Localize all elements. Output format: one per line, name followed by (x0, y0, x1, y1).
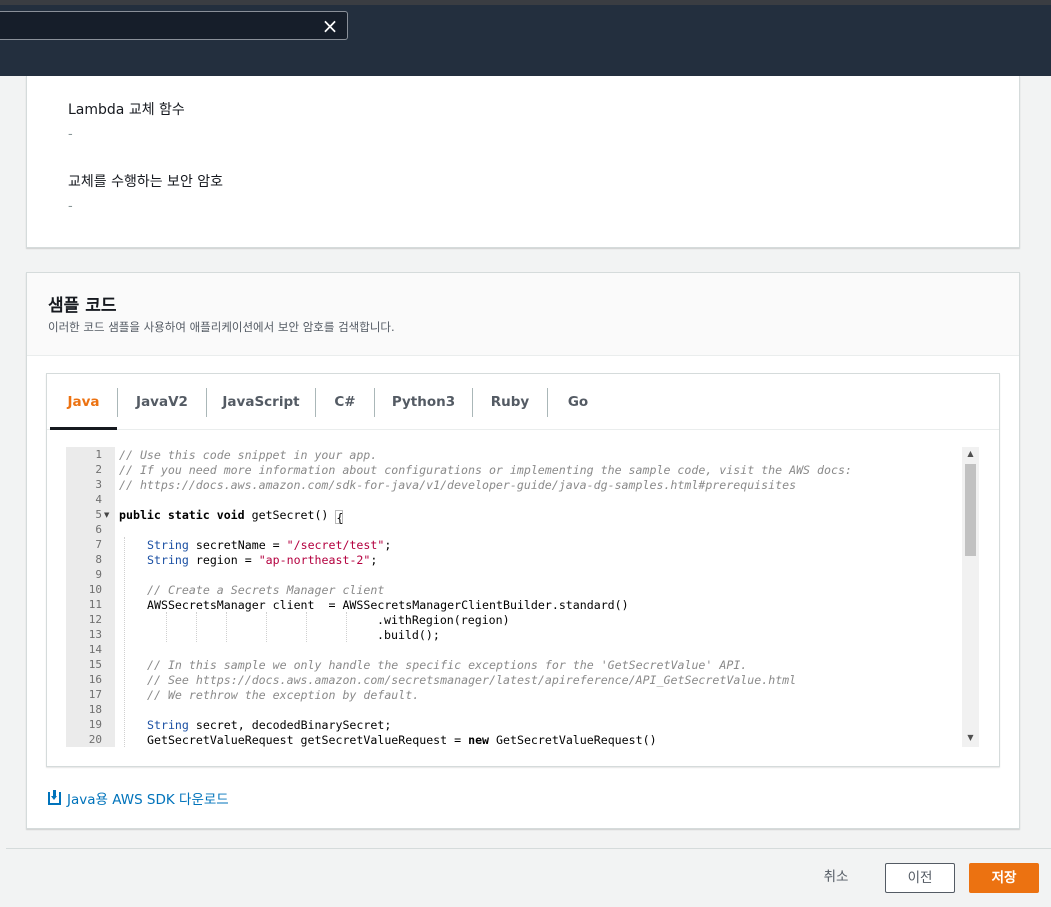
tab-javav2[interactable]: JavaV2 (118, 387, 206, 417)
code-line: AWSSecretsManager client = AWSSecretsMan… (147, 598, 629, 612)
code-text: GetSecretValueRequest() (489, 733, 657, 747)
code-text: GetSecretValueRequest getSecretValueRequ… (147, 733, 469, 747)
line-number: 6 (95, 523, 102, 536)
line-number: 9 (95, 568, 102, 581)
code-text: region = (188, 553, 259, 567)
code-string: "/secret/test" (286, 538, 385, 552)
code-text: getSecret() (244, 508, 336, 522)
download-icon (48, 790, 61, 805)
line-number: 15 (88, 658, 102, 671)
top-navigation-bar: × (0, 0, 1051, 76)
line-number: 18 (88, 703, 102, 716)
line-number: 11 (88, 598, 102, 611)
code-type: String (147, 718, 189, 732)
indent-guide (226, 612, 227, 642)
rotating-secret-value: - (68, 199, 73, 214)
code-type: String (147, 538, 189, 552)
line-number: 7 (95, 538, 102, 551)
editor-scrollbar[interactable]: ▲ ▼ (962, 447, 979, 747)
line-number-gutter: 1 2 3 4 5 ▼ 6 7 8 9 10 11 12 13 14 15 16… (66, 447, 115, 747)
previous-button[interactable]: 이전 (885, 863, 955, 893)
code-keyword: new (468, 733, 490, 747)
tab-ruby[interactable]: Ruby (473, 387, 547, 417)
tab-go[interactable]: Go (548, 387, 608, 417)
tab-javascript[interactable]: JavaScript (207, 387, 315, 417)
scroll-down-icon[interactable]: ▼ (962, 731, 979, 745)
indent-guide (306, 612, 307, 642)
code-line: // We rethrow the exception by default. (147, 688, 420, 702)
language-tabs: Java JavaV2 JavaScript C# Python3 Ruby G… (47, 374, 999, 430)
code-tabs-container: Java JavaV2 JavaScript C# Python3 Ruby G… (46, 373, 1000, 767)
sample-code-header: 샘플 코드 이러한 코드 샘플을 사용하여 애플리케이션에서 보안 암호를 검색… (27, 273, 1019, 356)
line-number: 2 (95, 463, 102, 476)
line-number: 1 (95, 448, 102, 461)
download-sdk-label: Java용 AWS SDK 다운로드 (67, 792, 229, 808)
code-line: // https://docs.aws.amazon.com/sdk-for-j… (119, 478, 797, 492)
top-edge (0, 0, 1051, 5)
code-line: String secret, decodedBinarySecret; (147, 718, 391, 732)
search-input[interactable]: × (0, 11, 348, 40)
code-line: // If you need more information about co… (119, 463, 852, 477)
code-line: .withRegion(region) (377, 613, 510, 627)
code-line: // Use this code snippet in your app. (119, 448, 378, 462)
code-line: // Create a Secrets Manager client (147, 583, 385, 597)
line-number: 20 (88, 733, 102, 746)
line-number: 5 (95, 508, 102, 521)
code-text: ; (370, 553, 378, 567)
line-number: 12 (88, 613, 102, 626)
code-line: String region = "ap-northeast-2"; (147, 553, 377, 567)
line-number: 16 (88, 673, 102, 686)
rotating-secret-label: 교체를 수행하는 보안 암호 (68, 174, 224, 190)
code-line: public static void getSecret() { (119, 508, 344, 525)
line-number: 14 (88, 643, 102, 656)
footer-divider (6, 848, 1051, 849)
code-text: ; (384, 538, 392, 552)
fold-arrow-icon[interactable]: ▼ (104, 511, 109, 519)
lambda-rotation-function-value: - (68, 127, 73, 142)
indent-guide (196, 612, 197, 642)
code-line: GetSecretValueRequest getSecretValueRequ… (147, 733, 657, 747)
code-type: String (147, 553, 189, 567)
brace-match-marker: { (335, 510, 344, 525)
cancel-button[interactable]: 취소 (806, 863, 866, 893)
sample-code-panel: 샘플 코드 이러한 코드 샘플을 사용하여 애플리케이션에서 보안 암호를 검색… (26, 272, 1020, 829)
tab-csharp[interactable]: C# (316, 387, 374, 417)
code-line: // In this sample we only handle the spe… (147, 658, 748, 672)
code-string: "ap-northeast-2" (258, 553, 371, 567)
indent-guide (124, 537, 125, 747)
indent-guide (346, 612, 347, 642)
scroll-up-icon[interactable]: ▲ (962, 447, 979, 461)
code-keyword: public static void (119, 508, 245, 522)
line-number: 10 (88, 583, 102, 596)
download-sdk-link[interactable]: Java용 AWS SDK 다운로드 (48, 788, 229, 808)
tab-java[interactable]: Java (50, 387, 117, 417)
secret-rotation-details-panel: Lambda 교체 함수 - 교체를 수행하는 보안 암호 - (26, 76, 1020, 248)
line-number: 17 (88, 688, 102, 701)
code-text: secret, decodedBinarySecret; (188, 718, 392, 732)
line-number: 4 (95, 493, 102, 506)
clear-search-icon[interactable]: × (321, 15, 339, 37)
line-number: 13 (88, 628, 102, 641)
tab-python3[interactable]: Python3 (375, 387, 472, 417)
line-number: 19 (88, 718, 102, 731)
code-line: String secretName = "/secret/test"; (147, 538, 391, 552)
active-tab-indicator (50, 427, 117, 430)
sample-code-title: 샘플 코드 (48, 296, 117, 316)
line-number: 8 (95, 553, 102, 566)
save-button[interactable]: 저장 (969, 863, 1039, 893)
line-number: 3 (95, 478, 102, 491)
scrollbar-thumb[interactable] (965, 464, 976, 556)
code-line: // See https://docs.aws.amazon.com/secre… (147, 673, 797, 687)
code-text: secretName = (188, 538, 287, 552)
lambda-rotation-function-label: Lambda 교체 함수 (68, 102, 185, 118)
indent-guide (266, 612, 267, 642)
code-line: .build(); (377, 628, 440, 642)
code-editor[interactable]: 1 2 3 4 5 ▼ 6 7 8 9 10 11 12 13 14 15 16… (66, 447, 979, 747)
sample-code-description: 이러한 코드 샘플을 사용하여 애플리케이션에서 보안 암호를 검색합니다. (48, 320, 395, 334)
indent-guide (166, 612, 167, 642)
